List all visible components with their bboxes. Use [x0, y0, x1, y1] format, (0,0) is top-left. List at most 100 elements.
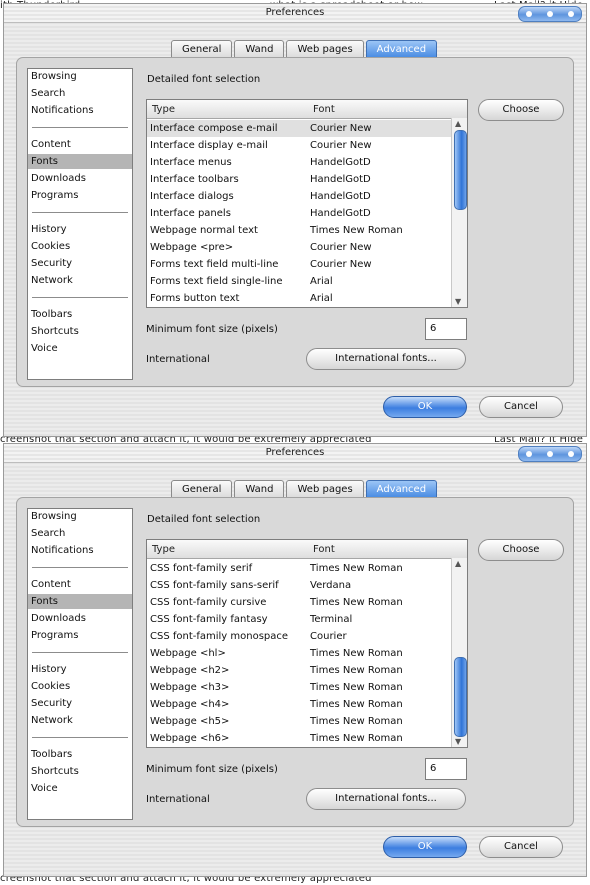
category-content[interactable]: Content: [28, 137, 132, 152]
category-shortcuts[interactable]: Shortcuts: [28, 764, 132, 779]
category-shortcuts[interactable]: Shortcuts: [28, 324, 132, 339]
category-toolbars[interactable]: Toolbars: [28, 307, 132, 322]
category-cookies[interactable]: Cookies: [28, 239, 132, 254]
scroll-down-arrow-icon[interactable]: ▼: [455, 737, 461, 746]
category-fonts[interactable]: Fonts: [28, 594, 132, 609]
maximize-icon[interactable]: [546, 11, 553, 17]
font-list-row[interactable]: CSS font-family fantasy Terminal: [147, 611, 451, 628]
font-list-row[interactable]: Interface toolbars HandelGotD: [147, 171, 451, 188]
category-notifications[interactable]: Notifications: [28, 103, 132, 118]
scroll-up-arrow-icon[interactable]: ▲: [455, 119, 461, 128]
font-list[interactable]: Type Font CSS font-family serif Times New…: [146, 539, 468, 748]
tab-web-pages[interactable]: Web pages: [286, 480, 364, 497]
font-list-row[interactable]: Interface dialogs HandelGotD: [147, 188, 451, 205]
category-programs[interactable]: Programs: [28, 628, 132, 643]
font-list[interactable]: Type Font Interface compose e-mail Courie…: [146, 99, 468, 308]
column-header-type[interactable]: Type: [152, 544, 175, 555]
category-network[interactable]: Network: [28, 273, 132, 288]
choose-button[interactable]: Choose: [478, 99, 564, 121]
font-list-row[interactable]: Webpage normal text Times New Roman: [147, 222, 451, 239]
column-header-font[interactable]: Font: [313, 104, 335, 115]
font-list-row[interactable]: Webpage <h3> Times New Roman: [147, 679, 451, 696]
category-fonts[interactable]: Fonts: [28, 154, 132, 169]
font-list-row[interactable]: Webpage <hl> Times New Roman: [147, 645, 451, 662]
category-browsing[interactable]: Browsing: [28, 69, 132, 84]
font-list-row[interactable]: Interface display e-mail Courier New: [147, 137, 451, 154]
cancel-button[interactable]: Cancel: [479, 836, 563, 858]
font-list-row[interactable]: Interface panels HandelGotD: [147, 205, 451, 222]
tab-general[interactable]: General: [171, 40, 233, 57]
font-list-row[interactable]: CSS font-family cursive Times New Roman: [147, 594, 451, 611]
category-list: Browsing Search Notifications Content Fonts D…: [27, 508, 133, 820]
font-list-row[interactable]: CSS font-family sans-serif Verdana: [147, 577, 451, 594]
advanced-panel: Browsing Search Notifications Content Fonts D…: [16, 497, 574, 827]
column-header-type[interactable]: Type: [152, 104, 175, 115]
title-bar[interactable]: Preferences: [4, 4, 586, 23]
category-history[interactable]: History: [28, 662, 132, 677]
font-list-row[interactable]: CSS font-family serif Times New Roman: [147, 560, 451, 577]
title-bar[interactable]: Preferences: [4, 444, 586, 463]
tab-advanced[interactable]: Advanced: [365, 480, 438, 497]
category-downloads[interactable]: Downloads: [28, 611, 132, 626]
font-list-row[interactable]: Webpage <h4> Times New Roman: [147, 696, 451, 713]
category-content[interactable]: Content: [28, 577, 132, 592]
min-font-size-input[interactable]: 6: [425, 758, 467, 780]
min-font-size-input[interactable]: 6: [425, 318, 467, 340]
tab-wand[interactable]: Wand: [234, 480, 285, 497]
minimize-icon[interactable]: [526, 11, 533, 17]
choose-button[interactable]: Choose: [478, 539, 564, 561]
international-fonts-button[interactable]: International fonts...: [306, 788, 466, 810]
minimize-icon[interactable]: [526, 451, 533, 457]
tab-general[interactable]: General: [171, 480, 233, 497]
scroll-down-arrow-icon[interactable]: ▼: [455, 297, 461, 306]
ok-button[interactable]: OK: [383, 396, 467, 418]
category-cookies[interactable]: Cookies: [28, 679, 132, 694]
vertical-scrollbar[interactable]: ▲ ▼: [451, 558, 467, 747]
category-network[interactable]: Network: [28, 713, 132, 728]
font-list-row[interactable]: CSS font-family monospace Courier: [147, 628, 451, 645]
font-list-row[interactable]: Interface compose e-mail Courier New: [147, 120, 451, 137]
category-security[interactable]: Security: [28, 696, 132, 711]
font-list-row[interactable]: Forms button text Arial: [147, 290, 451, 307]
window-controls[interactable]: [518, 446, 582, 462]
font-list-row[interactable]: Webpage <h5> Times New Roman: [147, 713, 451, 730]
tab-web-pages[interactable]: Web pages: [286, 40, 364, 57]
font-list-row[interactable]: Webpage <h2> Times New Roman: [147, 662, 451, 679]
tab-advanced[interactable]: Advanced: [365, 40, 438, 57]
close-icon[interactable]: [567, 11, 574, 17]
tab-wand[interactable]: Wand: [234, 40, 285, 57]
category-toolbars[interactable]: Toolbars: [28, 747, 132, 762]
font-list-row[interactable]: Webpage <h6> Times New Roman: [147, 730, 451, 747]
category-search[interactable]: Search: [28, 86, 132, 101]
category-search[interactable]: Search: [28, 526, 132, 541]
category-browsing[interactable]: Browsing: [28, 509, 132, 524]
ok-button[interactable]: OK: [383, 836, 467, 858]
category-voice[interactable]: Voice: [28, 341, 132, 356]
window-controls[interactable]: [518, 6, 582, 22]
font-list-row[interactable]: Forms text field single-line Arial: [147, 273, 451, 290]
category-voice[interactable]: Voice: [28, 781, 132, 796]
column-header-font[interactable]: Font: [313, 544, 335, 555]
scrollbar-thumb[interactable]: [454, 130, 467, 210]
international-label: International: [146, 354, 210, 365]
maximize-icon[interactable]: [546, 451, 553, 457]
category-programs[interactable]: Programs: [28, 188, 132, 203]
category-notifications[interactable]: Notifications: [28, 543, 132, 558]
font-name-cell: Times New Roman: [310, 665, 403, 676]
category-history[interactable]: History: [28, 222, 132, 237]
international-fonts-button[interactable]: International fonts...: [306, 348, 466, 370]
category-downloads[interactable]: Downloads: [28, 171, 132, 186]
section-title: Detailed font selection: [147, 74, 261, 85]
font-list-header: Type Font: [147, 540, 467, 559]
cancel-button[interactable]: Cancel: [479, 396, 563, 418]
category-security[interactable]: Security: [28, 256, 132, 271]
font-list-row[interactable]: Interface menus HandelGotD: [147, 154, 451, 171]
scroll-up-arrow-icon[interactable]: ▲: [455, 559, 461, 568]
font-list-row[interactable]: Webpage <pre> Courier New: [147, 239, 451, 256]
category-separator: [32, 652, 128, 653]
vertical-scrollbar[interactable]: ▲ ▼: [451, 118, 467, 307]
scrollbar-thumb[interactable]: [454, 657, 467, 737]
font-list-row[interactable]: Forms text field multi-line Courier New: [147, 256, 451, 273]
font-type-cell: Forms text field single-line: [150, 276, 283, 287]
close-icon[interactable]: [567, 451, 574, 457]
